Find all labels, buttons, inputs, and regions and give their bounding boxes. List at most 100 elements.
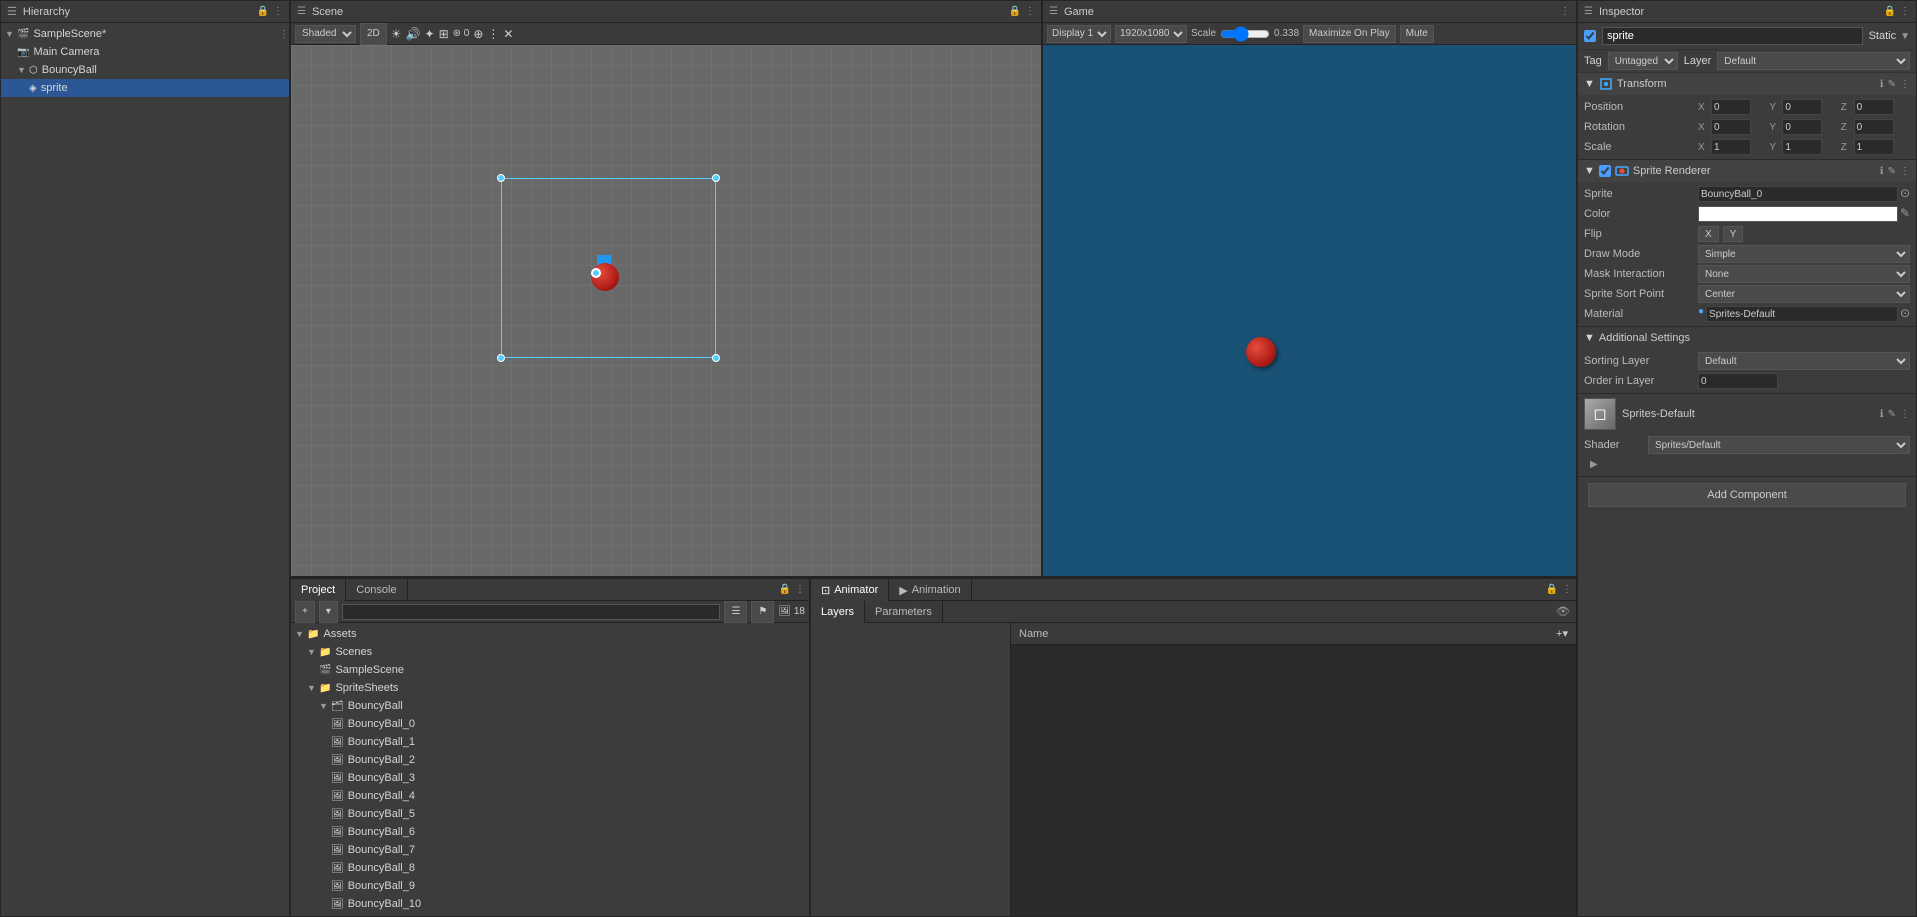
add-component-button[interactable]: Add Component [1588, 483, 1906, 507]
transform-header[interactable]: ▼ Transform ℹ ✎ ⋮ [1578, 73, 1916, 95]
tag-select[interactable]: Untagged [1608, 52, 1678, 70]
2d-button[interactable]: 2D [360, 23, 387, 45]
project-item-bb0[interactable]: 🖼BouncyBall_0 [291, 715, 809, 733]
scene-audio-icon[interactable]: 🔊 [406, 27, 421, 41]
object-name-input[interactable] [1602, 27, 1863, 45]
scene-content[interactable] [291, 45, 1041, 576]
hierarchy-collapse-icon[interactable]: ☰ [7, 5, 17, 18]
pos-x-input[interactable] [1711, 99, 1751, 115]
project-item-bouncyball-folder[interactable]: ▼ 🗂 BouncyBall [291, 697, 809, 715]
sr-edit-icon[interactable]: ✎ [1888, 166, 1896, 177]
hierarchy-lock-icon[interactable]: 🔒 [257, 6, 269, 17]
project-item-scenes[interactable]: ▼ 📁 Scenes [291, 643, 809, 661]
color-pick-icon[interactable]: ✎ [1900, 206, 1910, 222]
tab-animation[interactable]: ▶ Animation [889, 579, 971, 601]
scene-more-icon[interactable]: ⋮ [1025, 6, 1035, 17]
project-item-bb10[interactable]: 🖼BouncyBall_10 [291, 895, 809, 913]
scene-gizmos-icon[interactable]: ⊕ [473, 27, 483, 41]
lp-tab-layers[interactable]: Layers [811, 601, 865, 623]
tab-project[interactable]: Project [291, 579, 346, 601]
filter2-btn[interactable]: ⚑ [751, 601, 774, 623]
transform-info-icon[interactable]: ℹ [1880, 79, 1884, 90]
scene-settings-icon[interactable]: ⋮ [487, 27, 499, 41]
scene-light-icon[interactable]: ☀ [391, 27, 402, 41]
sprite-value-input[interactable] [1698, 186, 1898, 202]
project-item-bb7[interactable]: 🖼BouncyBall_7 [291, 841, 809, 859]
scale-x-input[interactable] [1711, 139, 1751, 155]
scale-slider[interactable] [1220, 26, 1270, 42]
order-in-layer-input[interactable] [1698, 373, 1778, 389]
pivot-handle[interactable] [591, 268, 601, 278]
flip-y-btn[interactable]: Y [1723, 226, 1744, 242]
object-enabled-checkbox[interactable] [1584, 30, 1596, 42]
handle-tr[interactable] [712, 174, 720, 182]
search-input[interactable] [342, 604, 721, 620]
rot-y-input[interactable] [1782, 119, 1822, 135]
project-item-bb8[interactable]: 🖼BouncyBall_8 [291, 859, 809, 877]
animator-more-icon[interactable]: ⋮ [1562, 584, 1572, 595]
pos-y-input[interactable] [1782, 99, 1822, 115]
animator-main[interactable] [1011, 645, 1576, 916]
hierarchy-item-samplescene[interactable]: ▼ 🎬 SampleScene* ⋮ [1, 25, 289, 43]
game-more-icon[interactable]: ⋮ [1560, 6, 1570, 17]
project-item-bb5[interactable]: 🖼BouncyBall_5 [291, 805, 809, 823]
tab-console[interactable]: Console [346, 579, 407, 601]
scene-extra-icon[interactable]: ✕ [503, 27, 513, 41]
transform-menu-icon[interactable]: ⋮ [1900, 79, 1910, 90]
project-lock-icon[interactable]: 🔒 [779, 584, 791, 595]
shader-select[interactable]: Sprites/Default [1648, 436, 1910, 454]
project-item-bb11[interactable]: 🖼BouncyBall_11 [291, 913, 809, 916]
flip-x-btn[interactable]: X [1698, 226, 1719, 242]
game-panel-menu[interactable]: ☰ [1049, 6, 1058, 17]
assets-root[interactable]: ▼ 📁 Assets [291, 625, 809, 643]
scene-lock-icon[interactable]: 🔒 [1009, 6, 1021, 17]
project-item-bb2[interactable]: 🖼BouncyBall_2 [291, 751, 809, 769]
project-item-bb1[interactable]: 🖼BouncyBall_1 [291, 733, 809, 751]
hierarchy-item-bouncyball[interactable]: ▼ ⬡ BouncyBall [1, 61, 289, 79]
sprite-pick-icon[interactable]: ⊙ [1900, 186, 1910, 202]
material-edit-icon[interactable]: ✎ [1888, 409, 1896, 420]
hierarchy-item-sprite[interactable]: ◈ sprite [1, 79, 289, 97]
pos-z-input[interactable] [1854, 99, 1894, 115]
handle-tl[interactable] [497, 174, 505, 182]
scene-grid-icon[interactable]: ⊞ [439, 27, 449, 41]
sr-menu-icon[interactable]: ⋮ [1900, 166, 1910, 177]
project-item-bb4[interactable]: 🖼BouncyBall_4 [291, 787, 809, 805]
inspector-lock-icon[interactable]: 🔒 [1884, 6, 1896, 17]
add-param-btn[interactable]: +▾ [1556, 627, 1568, 640]
scene-fx-icon[interactable]: ✦ [425, 27, 435, 41]
material-pick-icon[interactable]: ⊙ [1900, 306, 1910, 322]
project-more-icon[interactable]: ⋮ [795, 584, 805, 595]
tab-animator[interactable]: ⊡ Animator [811, 579, 889, 601]
sprite-renderer-header[interactable]: ▼ Sprite Renderer ℹ ✎ ⋮ [1578, 160, 1916, 182]
sr-enabled-checkbox[interactable] [1599, 165, 1611, 177]
inspector-more-icon[interactable]: ⋮ [1900, 6, 1910, 17]
static-dropdown-icon[interactable]: ▼ [1900, 31, 1910, 42]
animator-lock-icon[interactable]: 🔒 [1546, 584, 1558, 595]
hierarchy-item-maincamera[interactable]: 📷 Main Camera [1, 43, 289, 61]
sorting-layer-select[interactable]: Default [1698, 352, 1910, 370]
sprite-sort-point-select[interactable]: Center [1698, 285, 1910, 303]
lp-tab-parameters[interactable]: Parameters [865, 601, 943, 623]
rot-z-input[interactable] [1854, 119, 1894, 135]
sr-info-icon[interactable]: ℹ [1880, 166, 1884, 177]
scene-panel-menu[interactable]: ☰ [297, 6, 306, 17]
resolution-select[interactable]: 1920x1080 [1115, 25, 1187, 43]
layers-eye-icon[interactable]: 👁 [1556, 605, 1570, 618]
project-item-samplescene[interactable]: 🎬 SampleScene [291, 661, 809, 679]
scene-menu[interactable]: ⋮ [279, 29, 289, 40]
filter-btn[interactable]: ▾ [319, 601, 338, 623]
handle-br[interactable] [712, 354, 720, 362]
material-info-icon[interactable]: ℹ [1880, 409, 1884, 420]
draw-mode-select[interactable]: Simple [1698, 245, 1910, 263]
list-view-btn[interactable]: ☰ [724, 601, 747, 623]
project-item-bb9[interactable]: 🖼BouncyBall_9 [291, 877, 809, 895]
handle-bl[interactable] [497, 354, 505, 362]
color-preview[interactable] [1698, 206, 1898, 222]
game-content[interactable] [1043, 45, 1576, 576]
material-menu-icon[interactable]: ⋮ [1900, 409, 1910, 420]
mute-btn[interactable]: Mute [1400, 25, 1434, 43]
material-collapse-arrow[interactable]: ▶ [1590, 459, 1598, 470]
maximize-btn[interactable]: Maximize On Play [1303, 25, 1396, 43]
project-item-spritesheets[interactable]: ▼ 📁 SpriteSheets [291, 679, 809, 697]
